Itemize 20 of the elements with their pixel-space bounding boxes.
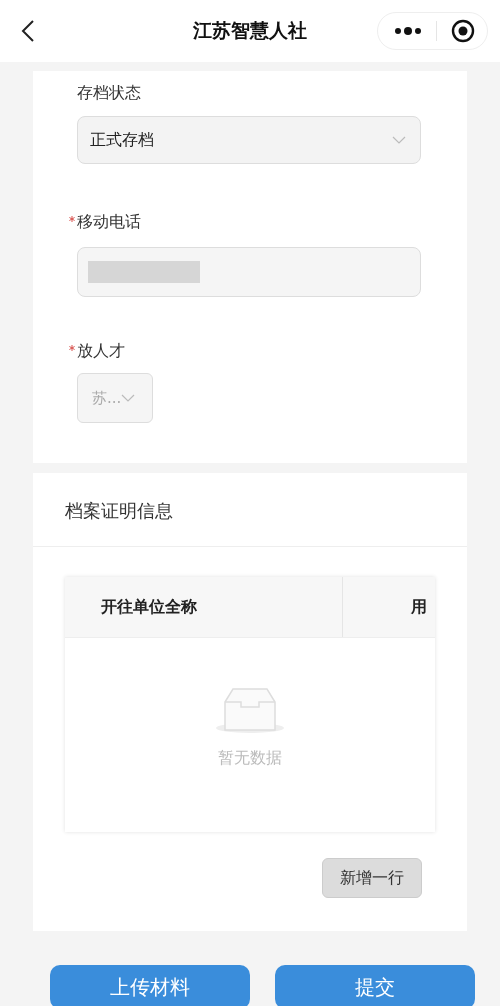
- page-title: 江苏智慧人社: [192, 18, 308, 43]
- input-field[interactable]: [77, 247, 421, 297]
- field-label: 放人才: [77, 341, 125, 362]
- field-label: 移动电话: [77, 212, 141, 233]
- upload-button[interactable]: 上传材料: [50, 965, 250, 1006]
- field-label: 存档状态: [77, 83, 141, 104]
- add-row-button[interactable]: 新增一行: [322, 858, 422, 898]
- column-header: 开往单位全称: [65, 577, 343, 637]
- select-field[interactable]: 苏...: [77, 373, 153, 423]
- empty-text: 暂无数据: [218, 748, 282, 769]
- close-icon[interactable]: [451, 19, 475, 43]
- empty-tray-icon: [215, 688, 285, 734]
- back-icon[interactable]: [20, 19, 36, 43]
- section-title: 档案证明信息: [33, 473, 467, 547]
- chevron-down-icon: [121, 393, 136, 403]
- more-icon[interactable]: [394, 26, 422, 36]
- chevron-down-icon: [392, 135, 406, 145]
- submit-button[interactable]: 提交: [275, 965, 475, 1006]
- column-header: 用: [410, 596, 427, 618]
- select-field[interactable]: 正式存档: [77, 116, 421, 164]
